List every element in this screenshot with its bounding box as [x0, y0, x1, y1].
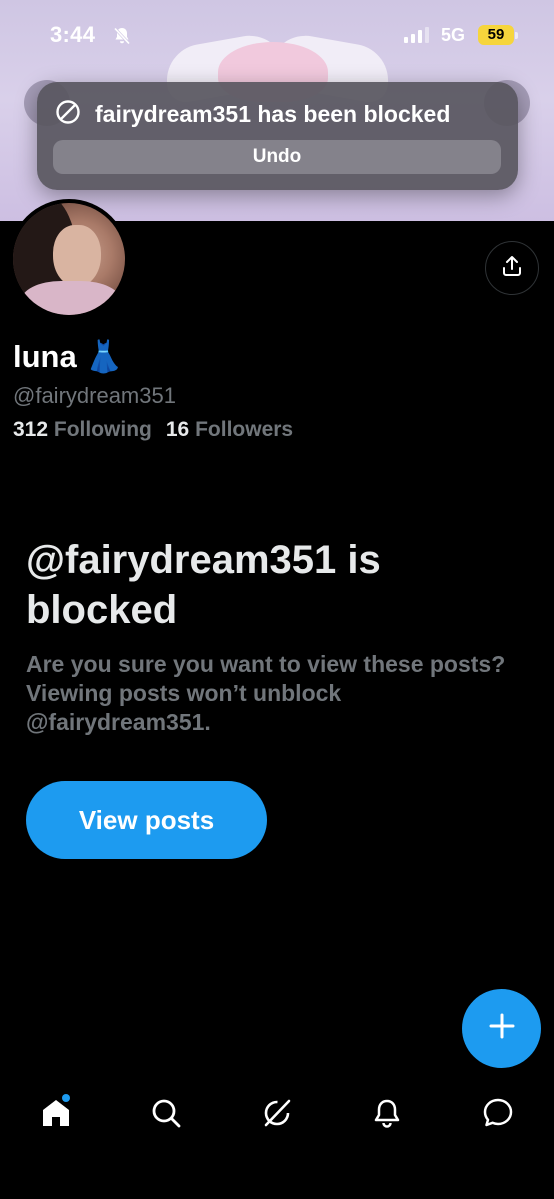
dress-emoji: 👗 [84, 339, 124, 374]
share-icon [500, 254, 524, 283]
toast-message: fairydream351 has been blocked [95, 101, 451, 127]
network-label: 5G [441, 25, 466, 45]
follow-stats: 312 Following 16 Followers [13, 418, 293, 442]
home-unread-dot [62, 1094, 70, 1102]
block-icon [55, 99, 81, 130]
followers-link[interactable]: 16 Followers [166, 418, 293, 442]
display-name-text: luna [13, 338, 77, 374]
avatar-photo [13, 203, 125, 315]
bell-muted-icon [112, 26, 132, 51]
undo-button[interactable]: Undo [53, 140, 501, 174]
nav-home[interactable] [26, 1080, 86, 1150]
messages-icon [481, 1096, 515, 1135]
avatar[interactable] [9, 199, 129, 319]
nav-grok[interactable] [247, 1080, 307, 1150]
plus-icon [487, 1011, 517, 1046]
following-label: Following [53, 418, 152, 441]
grok-icon [261, 1097, 293, 1134]
nav-notifications[interactable] [357, 1080, 417, 1150]
toast-message-row: fairydream351 has been blocked [55, 99, 450, 130]
battery-indicator: 59 [478, 25, 514, 45]
bottom-nav [0, 1080, 554, 1150]
display-name: luna 👗 [13, 338, 123, 375]
blocked-description: Are you sure you want to view these post… [26, 651, 506, 735]
following-link[interactable]: 312 Following [13, 418, 152, 442]
status-time: 3:44 [50, 22, 96, 47]
compose-button[interactable] [462, 989, 541, 1068]
status-bar: 3:44 5G 59 [0, 0, 554, 72]
nav-search[interactable] [136, 1080, 196, 1150]
search-icon [150, 1097, 182, 1134]
notifications-icon [371, 1097, 403, 1134]
blocked-toast: fairydream351 has been blocked Undo [37, 82, 518, 190]
battery-tip [515, 32, 518, 39]
share-button[interactable] [485, 241, 539, 295]
following-count: 312 [13, 418, 49, 441]
followers-count: 16 [165, 418, 190, 441]
profile-handle: @fairydream351 [13, 383, 176, 408]
followers-label: Followers [195, 418, 294, 441]
signal-icon [404, 26, 429, 43]
view-posts-button[interactable]: View posts [26, 781, 267, 859]
nav-messages[interactable] [468, 1080, 528, 1150]
blocked-title: @fairydream351 is blocked [26, 538, 381, 632]
